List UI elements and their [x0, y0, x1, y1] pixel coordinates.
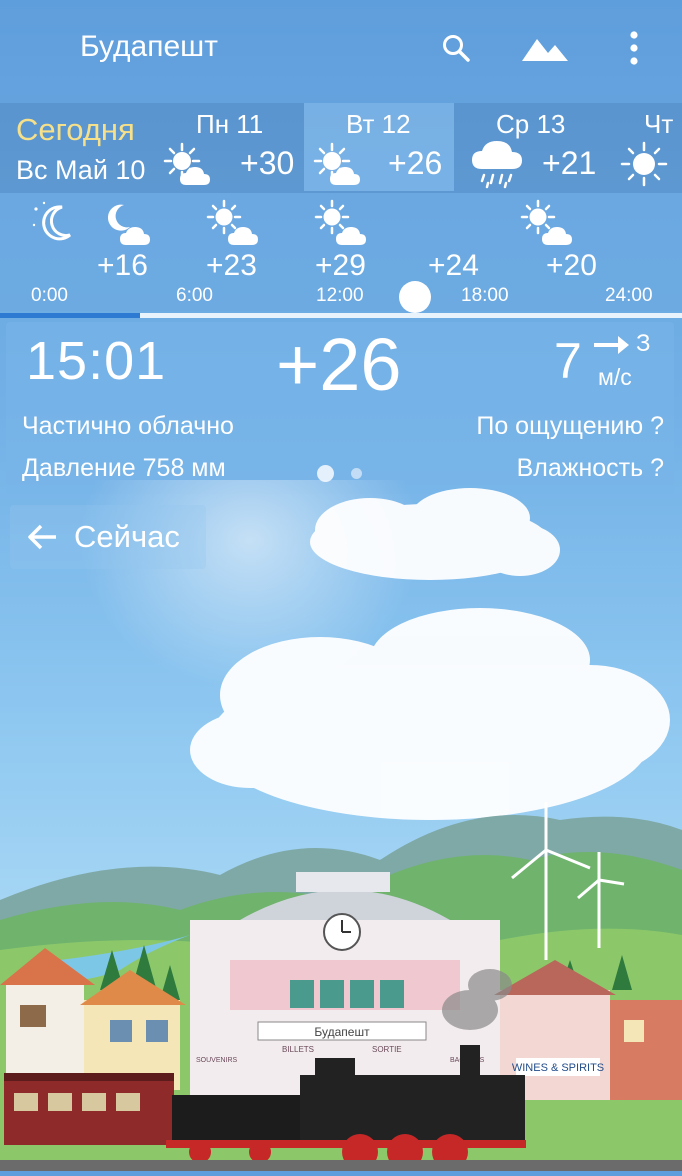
hourly-forecast-strip[interactable]: +16 +23 +29 +24 +20 0:00 6:00 12:00 18:0…: [0, 193, 682, 311]
condition-text: Частично облачно: [22, 412, 234, 440]
hour-tick: 24:00: [605, 285, 653, 306]
day-temp: +26: [388, 145, 443, 181]
weather-scene-illustration: Будапешт BILLETS SORTIE SOUVENIRS BAGAGE…: [0, 390, 682, 1171]
hour-temp: +24: [428, 249, 479, 282]
page-indicator-dot: [351, 468, 362, 479]
hour-tick: 0:00: [31, 285, 68, 306]
hour-tick: 18:00: [461, 285, 509, 306]
wind-speed: 7: [554, 333, 582, 389]
hour-temp: +20: [546, 249, 597, 282]
pressure-text: Давление 758 мм: [22, 454, 226, 482]
sign-souvenirs: SOUVENIRS: [196, 1057, 238, 1064]
wind-unit: м/с: [598, 364, 632, 390]
now-button[interactable]: Сейчас: [10, 505, 206, 569]
night-cloudy-icon: [100, 199, 160, 247]
cloud-small: [310, 488, 560, 580]
today-label: Сегодня: [16, 112, 135, 147]
day-item[interactable]: Чт: [614, 103, 682, 191]
hour-tick: 12:00: [316, 285, 364, 306]
humidity-text: Влажность ?: [516, 454, 664, 482]
partly-cloudy-icon: [314, 199, 374, 247]
hour-temp: +29: [315, 249, 366, 282]
wind-arrow-icon: [592, 334, 630, 361]
day-name: Чт: [644, 109, 674, 139]
partly-cloudy-icon: [162, 141, 222, 191]
sun-icon: [620, 141, 680, 191]
partly-cloudy-icon: [206, 199, 266, 247]
current-conditions-card[interactable]: 15:01 +26 7 З м/с Частично облачно По ощ…: [6, 322, 674, 494]
rain-icon: [468, 139, 528, 189]
night-clear-icon: [28, 199, 88, 247]
daily-forecast-strip: Сегодня Вс Май 10 Пн 11 +30 Вт 12 +26 Ср…: [0, 103, 682, 193]
timeline-handle[interactable]: [399, 281, 431, 313]
hour-temp: +23: [206, 249, 257, 282]
day-temp: +21: [542, 145, 597, 181]
day-name: Вт 12: [346, 109, 411, 139]
feels-like-text: По ощущению ?: [476, 412, 664, 440]
day-item-selected[interactable]: Вт 12 +26: [304, 103, 454, 191]
landscape-icon[interactable]: [518, 24, 572, 72]
wind-direction: З: [636, 330, 651, 357]
hour-temp: +16: [97, 249, 148, 282]
day-temp: +30: [240, 145, 295, 181]
day-name: Ср 13: [496, 109, 566, 139]
partly-cloudy-icon: [520, 199, 580, 247]
hour-tick: 6:00: [176, 285, 213, 306]
current-time: 15:01: [26, 331, 167, 391]
sign-sortie: SORTIE: [372, 1045, 402, 1054]
now-button-label: Сейчас: [74, 519, 180, 554]
city-title[interactable]: Будапешт: [80, 30, 218, 64]
more-vert-icon[interactable]: [610, 24, 658, 72]
arrow-left-icon: [26, 523, 58, 551]
search-icon[interactable]: [432, 24, 480, 72]
today-date: Вс Май 10: [16, 155, 146, 185]
sign-billets: BILLETS: [282, 1045, 314, 1054]
day-name: Пн 11: [196, 109, 264, 139]
day-today[interactable]: Сегодня Вс Май 10: [0, 103, 160, 191]
day-item[interactable]: Пн 11 +30: [160, 103, 304, 191]
shop-sign: WINES & SPIRITS: [512, 1062, 604, 1074]
timeline-progress: [0, 313, 140, 318]
partly-cloudy-icon: [312, 141, 372, 191]
app-bar: Будапешт: [0, 0, 682, 100]
station-sign: Будапешт: [314, 1025, 370, 1039]
day-item[interactable]: Ср 13 +21: [454, 103, 614, 191]
current-temperature: +26: [276, 323, 402, 406]
